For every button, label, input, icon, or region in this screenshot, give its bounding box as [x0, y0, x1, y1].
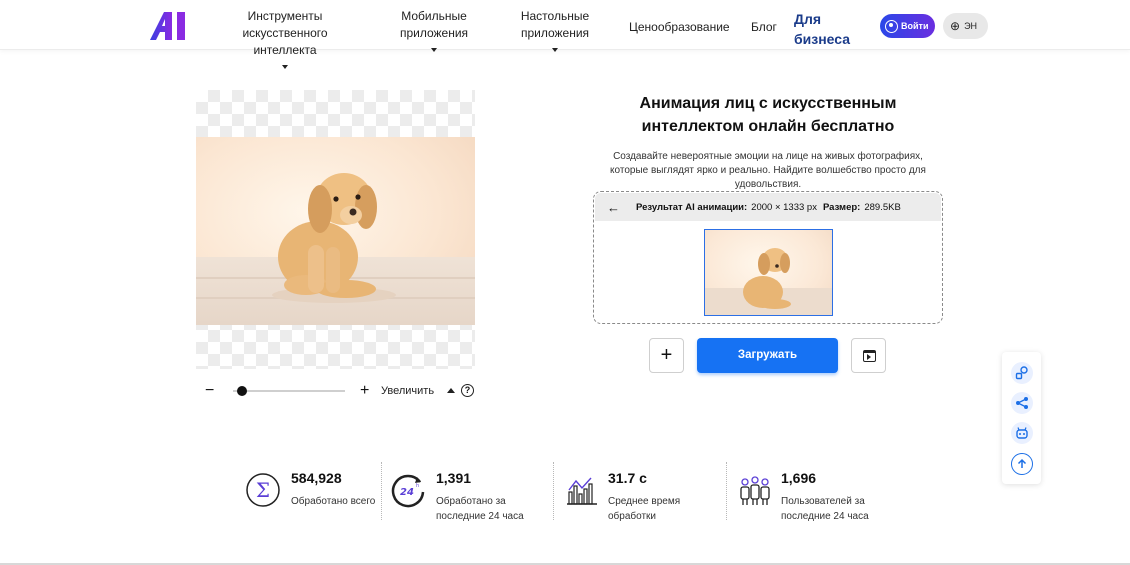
- puppy-thumbnail: [705, 248, 832, 315]
- stat-label: Обработано всего: [291, 496, 376, 507]
- result-header: ← Результат AI анимации: 2000 × 1333 px …: [595, 193, 941, 221]
- stat-users: 1,696 Пользователей за последние 24 часа: [737, 460, 887, 524]
- stat-divider: [553, 462, 554, 520]
- site-header: Инструменты искусственного интеллекта Мо…: [0, 0, 1130, 69]
- bar-chart-icon: [567, 477, 597, 505]
- nav-ai-tools[interactable]: Инструменты искусственного интеллекта: [214, 8, 356, 69]
- zoom-out-button[interactable]: −: [205, 382, 214, 400]
- stat-value: 1,696: [781, 470, 817, 486]
- chevron-down-icon: [431, 48, 437, 52]
- page-description: Создавайте невероятные эмоции на лице на…: [610, 151, 926, 190]
- chevron-down-icon: [282, 65, 288, 69]
- add-button[interactable]: +: [649, 338, 684, 373]
- stat-value: 1,391: [436, 470, 472, 486]
- stat-label: Пользователей за последние 24 часа: [781, 496, 869, 522]
- media-preview-button[interactable]: [851, 338, 886, 373]
- link-button[interactable]: [1011, 362, 1033, 384]
- page-title: Анимация лиц с искусственным интеллектом…: [639, 95, 897, 135]
- stats-bar: Σ 584,928 Обработано всего 24 h 1,391 Об…: [0, 460, 1130, 530]
- logo-icon[interactable]: [150, 12, 190, 40]
- share-icon: [1016, 397, 1028, 409]
- result-thumbnail[interactable]: [704, 229, 833, 316]
- nav-pricing[interactable]: Ценообразование: [629, 20, 730, 34]
- size-label: Размер:: [822, 201, 861, 213]
- zoom-label[interactable]: Увеличить: [381, 385, 434, 397]
- stat-label: Обработано за последние 24 часа: [436, 496, 524, 522]
- login-label: Войти: [901, 21, 929, 31]
- stat-avg-time: 31.7 с Среднее время обработки: [564, 460, 714, 524]
- user-icon: [885, 19, 898, 33]
- preview-image: [196, 137, 475, 325]
- zoom-slider-track[interactable]: [233, 390, 345, 392]
- nav-mobile-apps[interactable]: Мобильные приложения: [398, 8, 470, 52]
- login-button[interactable]: Войти: [880, 14, 935, 38]
- zoom-controls: − + Увеличить ?: [205, 382, 485, 400]
- nav-ai-tools-label: Инструменты искусственного интеллекта: [242, 9, 328, 57]
- stat-total: Σ 584,928 Обработано всего: [245, 460, 375, 524]
- svg-text:h: h: [416, 483, 419, 489]
- language-label: ЭН: [964, 21, 978, 31]
- result-label: Результат AI анимации:: [636, 201, 748, 213]
- stat-divider: [726, 462, 727, 520]
- nav-business[interactable]: Для бизнеса: [794, 9, 854, 49]
- svg-text:24: 24: [400, 487, 414, 498]
- stat-divider: [381, 462, 382, 520]
- robot-icon: [1016, 427, 1028, 439]
- zoom-in-button[interactable]: +: [360, 382, 369, 400]
- result-dimensions: 2000 × 1333 px: [751, 201, 817, 213]
- back-arrow-icon[interactable]: ←: [607, 200, 620, 215]
- nav-blog[interactable]: Блог: [751, 20, 777, 34]
- clock-24-icon: 24 h: [391, 474, 425, 508]
- nav-desktop-apps[interactable]: Настольные приложения: [519, 8, 591, 52]
- chevron-up-icon[interactable]: [447, 388, 455, 393]
- stat-label: Среднее время обработки: [608, 496, 681, 522]
- link-icon: [1015, 366, 1028, 380]
- users-icon: [740, 476, 770, 505]
- size-value: 289.5KB: [864, 201, 901, 213]
- nav-desktop-apps-label: Настольные приложения: [520, 9, 590, 40]
- language-button[interactable]: ⊕ ЭН: [943, 13, 988, 39]
- chevron-down-icon: [552, 48, 558, 52]
- result-panel: ← Результат AI анимации: 2000 × 1333 px …: [593, 191, 943, 324]
- puppy-illustration: [272, 173, 396, 303]
- stat-24h: 24 h 1,391 Обработано за последние 24 ча…: [390, 460, 540, 524]
- play-window-icon: [863, 350, 876, 362]
- help-icon[interactable]: ?: [461, 384, 474, 397]
- sigma-icon: Σ: [246, 473, 280, 507]
- upload-button[interactable]: Загружать: [697, 338, 838, 373]
- stat-value: 584,928: [291, 470, 342, 486]
- zoom-slider-thumb[interactable]: [236, 386, 247, 396]
- share-button[interactable]: [1011, 392, 1033, 414]
- nav-mobile-apps-label: Мобильные приложения: [399, 9, 469, 40]
- ai-assistant-button[interactable]: [1011, 422, 1033, 444]
- globe-icon: ⊕: [950, 19, 961, 33]
- svg-text:Σ: Σ: [256, 478, 270, 502]
- stat-value: 31.7 с: [608, 470, 647, 486]
